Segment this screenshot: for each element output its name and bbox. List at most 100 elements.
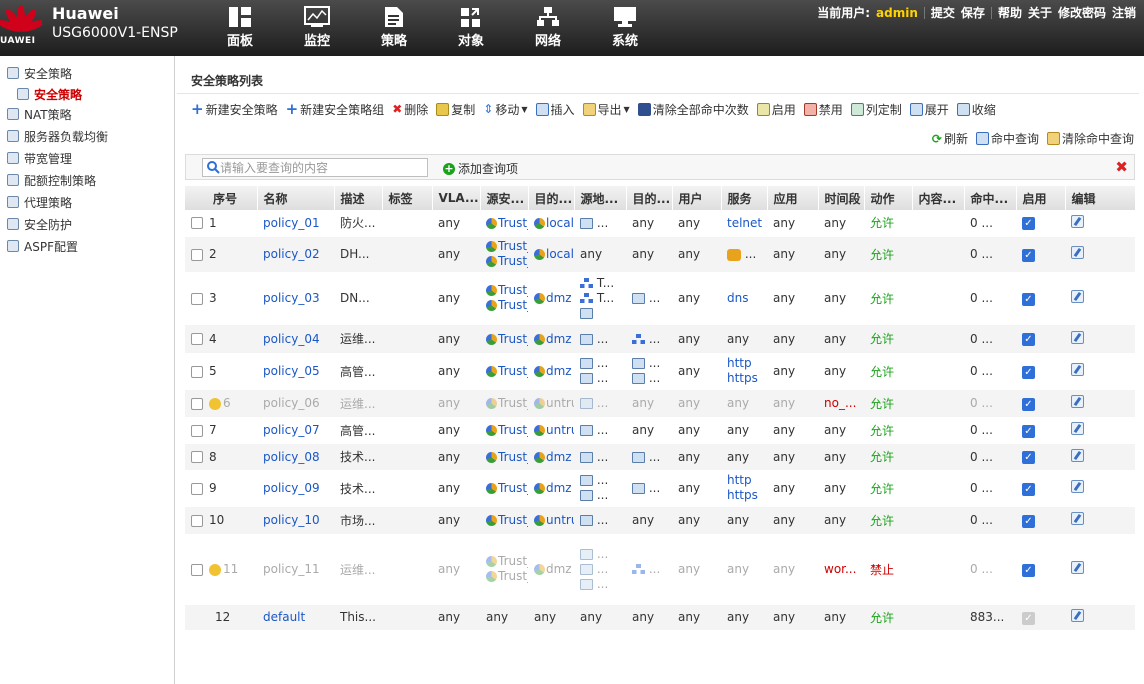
edit-icon[interactable] [1071,363,1084,376]
table-row[interactable]: 2 policy_02 DH... any Trust_Trust_ local… [185,236,1135,273]
row-checkbox[interactable] [191,333,203,345]
edit-icon[interactable] [1071,290,1084,303]
edit-icon[interactable] [1071,561,1084,574]
col-dst-zone[interactable]: 目的... [528,186,575,210]
expand-button[interactable]: 展开 [909,101,949,118]
row-checkbox[interactable] [191,424,203,437]
edit-icon[interactable] [1071,422,1084,435]
clear-all-hits-button[interactable]: 清除全部命中次数 [637,101,749,118]
enabled-checkbox[interactable]: ✓ [1022,248,1035,262]
policy-name-link[interactable]: policy_05 [257,353,334,390]
table-row[interactable]: 5 policy_05 高管... any Trust_ dmz ... ...… [185,353,1135,390]
row-checkbox[interactable] [191,482,203,495]
edit-icon[interactable] [1071,330,1084,344]
logout-link[interactable]: 注销 [1112,4,1136,21]
table-row[interactable]: 11 policy_11 运维... any Trust_Trust_ dmz … [185,534,1135,605]
nav-dashboard[interactable]: 面板 [210,6,270,49]
row-checkbox[interactable] [191,365,203,378]
edit-icon[interactable] [1071,246,1084,259]
hit-query-button[interactable]: 命中查询 [975,130,1039,147]
table-row[interactable]: 1 policy_01 防火... any Trust_ local ... a… [185,210,1135,237]
row-checkbox[interactable] [191,451,203,463]
col-app[interactable]: 应用 [767,186,819,210]
row-checkbox[interactable] [191,217,203,230]
table-row[interactable]: 3 policy_03 DN... any Trust_Trust_ dmz T… [185,272,1135,325]
enabled-checkbox[interactable]: ✓ [1022,333,1035,346]
col-src-addr[interactable]: 源地... [574,186,627,210]
edit-icon[interactable] [1071,214,1084,228]
disable-button[interactable]: 禁用 [803,101,843,118]
table-row[interactable]: 12 default This... any any any any any a… [185,604,1135,631]
row-checkbox[interactable] [191,292,203,305]
change-password-link[interactable]: 修改密码 [1058,4,1106,21]
help-link[interactable]: 帮助 [998,4,1022,21]
nav-object[interactable]: 对象 [441,6,501,49]
col-enabled[interactable]: 启用 [1016,186,1066,210]
table-row[interactable]: 4 policy_04 运维... any Trust_ dmz ... ...… [185,324,1135,354]
add-query-button[interactable]: + 添加查询项 [443,160,518,177]
sidebar-item-proxy[interactable]: 代理策略 [7,193,72,211]
row-checkbox[interactable] [191,248,203,261]
refresh-button[interactable]: ⟳ 刷新 [932,130,968,147]
policy-name-link[interactable]: policy_04 [257,324,334,354]
col-user[interactable]: 用户 [672,186,722,210]
col-vlan[interactable]: VLA... [432,186,481,210]
enabled-checkbox[interactable]: ✓ [1022,365,1035,379]
sidebar-item-protection[interactable]: 安全防护 [7,215,72,233]
enable-button[interactable]: 启用 [756,101,796,118]
col-no[interactable]: 序号 [185,186,258,210]
search-input[interactable]: 请输入要查询的内容 [202,158,428,177]
clear-hit-query-button[interactable]: 清除命中查询 [1046,130,1134,147]
about-link[interactable]: 关于 [1028,4,1052,21]
enabled-checkbox[interactable]: ✓ [1022,217,1035,231]
col-edit[interactable]: 编辑 [1065,186,1136,210]
enabled-checkbox[interactable]: ✓ [1022,563,1035,577]
insert-button[interactable]: 插入 [535,101,575,118]
table-row[interactable]: 10 policy_10 市场... any Trust_ untrus ...… [185,506,1135,535]
edit-icon[interactable] [1071,395,1084,408]
policy-name-link[interactable]: policy_07 [257,417,334,444]
export-button[interactable]: 导出 ▼ [582,101,630,118]
col-hits[interactable]: 命中... [964,186,1017,210]
col-content[interactable]: 内容... [912,186,965,210]
edit-icon[interactable] [1071,448,1084,462]
table-row[interactable]: 7 policy_07 高管... any Trust_ untrus ... … [185,417,1135,444]
edit-icon[interactable] [1071,609,1084,622]
edit-icon[interactable] [1071,480,1084,493]
nav-monitor[interactable]: 监控 [287,6,347,49]
delete-button[interactable]: ✖ 删除 [392,101,428,118]
edit-icon[interactable] [1071,512,1084,525]
sidebar-item-nat-policy[interactable]: NAT策略 [7,105,72,123]
copy-button[interactable]: 复制 [436,101,475,118]
policy-name-link[interactable]: policy_10 [257,506,334,535]
policy-name-link[interactable]: policy_01 [257,210,334,237]
new-policy-button[interactable]: + 新建安全策略 [191,100,278,118]
nav-policy[interactable]: 策略 [364,6,424,49]
nav-system[interactable]: 系统 [595,6,655,49]
col-time[interactable]: 时间段 [818,186,865,210]
policy-name-link[interactable]: default [257,604,334,631]
sidebar-item-bandwidth[interactable]: 带宽管理 [7,149,72,167]
sidebar-item-aspf[interactable]: ASPF配置 [7,237,78,255]
enabled-checkbox[interactable]: ✓ [1022,424,1035,438]
policy-name-link[interactable]: policy_06 [257,389,334,418]
col-service[interactable]: 服务 [721,186,768,210]
enabled-checkbox[interactable]: ✓ [1022,482,1035,496]
row-checkbox[interactable] [191,397,203,410]
policy-name-link[interactable]: policy_09 [257,470,334,507]
row-checkbox[interactable] [191,514,203,527]
table-row[interactable]: 6 policy_06 运维... any Trust_ untrus ... … [185,389,1135,418]
close-icon[interactable]: ✖ [1115,158,1128,176]
col-dst-addr[interactable]: 目的... [626,186,673,210]
column-custom-button[interactable]: 列定制 [850,101,902,118]
save-link[interactable]: 保存 [961,4,985,21]
enabled-checkbox[interactable]: ✓ [1022,397,1035,411]
enabled-checkbox[interactable]: ✓ [1022,514,1035,528]
table-row[interactable]: 9 policy_09 技术... any Trust_ dmz ... ...… [185,470,1135,507]
table-row[interactable]: 8 policy_08 技术... any Trust_ dmz ... ...… [185,443,1135,471]
col-action[interactable]: 动作 [864,186,913,210]
policy-name-link[interactable]: policy_02 [257,236,334,273]
sidebar-item-security-policy[interactable]: 安全策略 [7,64,72,82]
policy-name-link[interactable]: policy_11 [257,534,334,605]
sidebar-item-server-load-balancing[interactable]: 服务器负载均衡 [7,127,108,145]
